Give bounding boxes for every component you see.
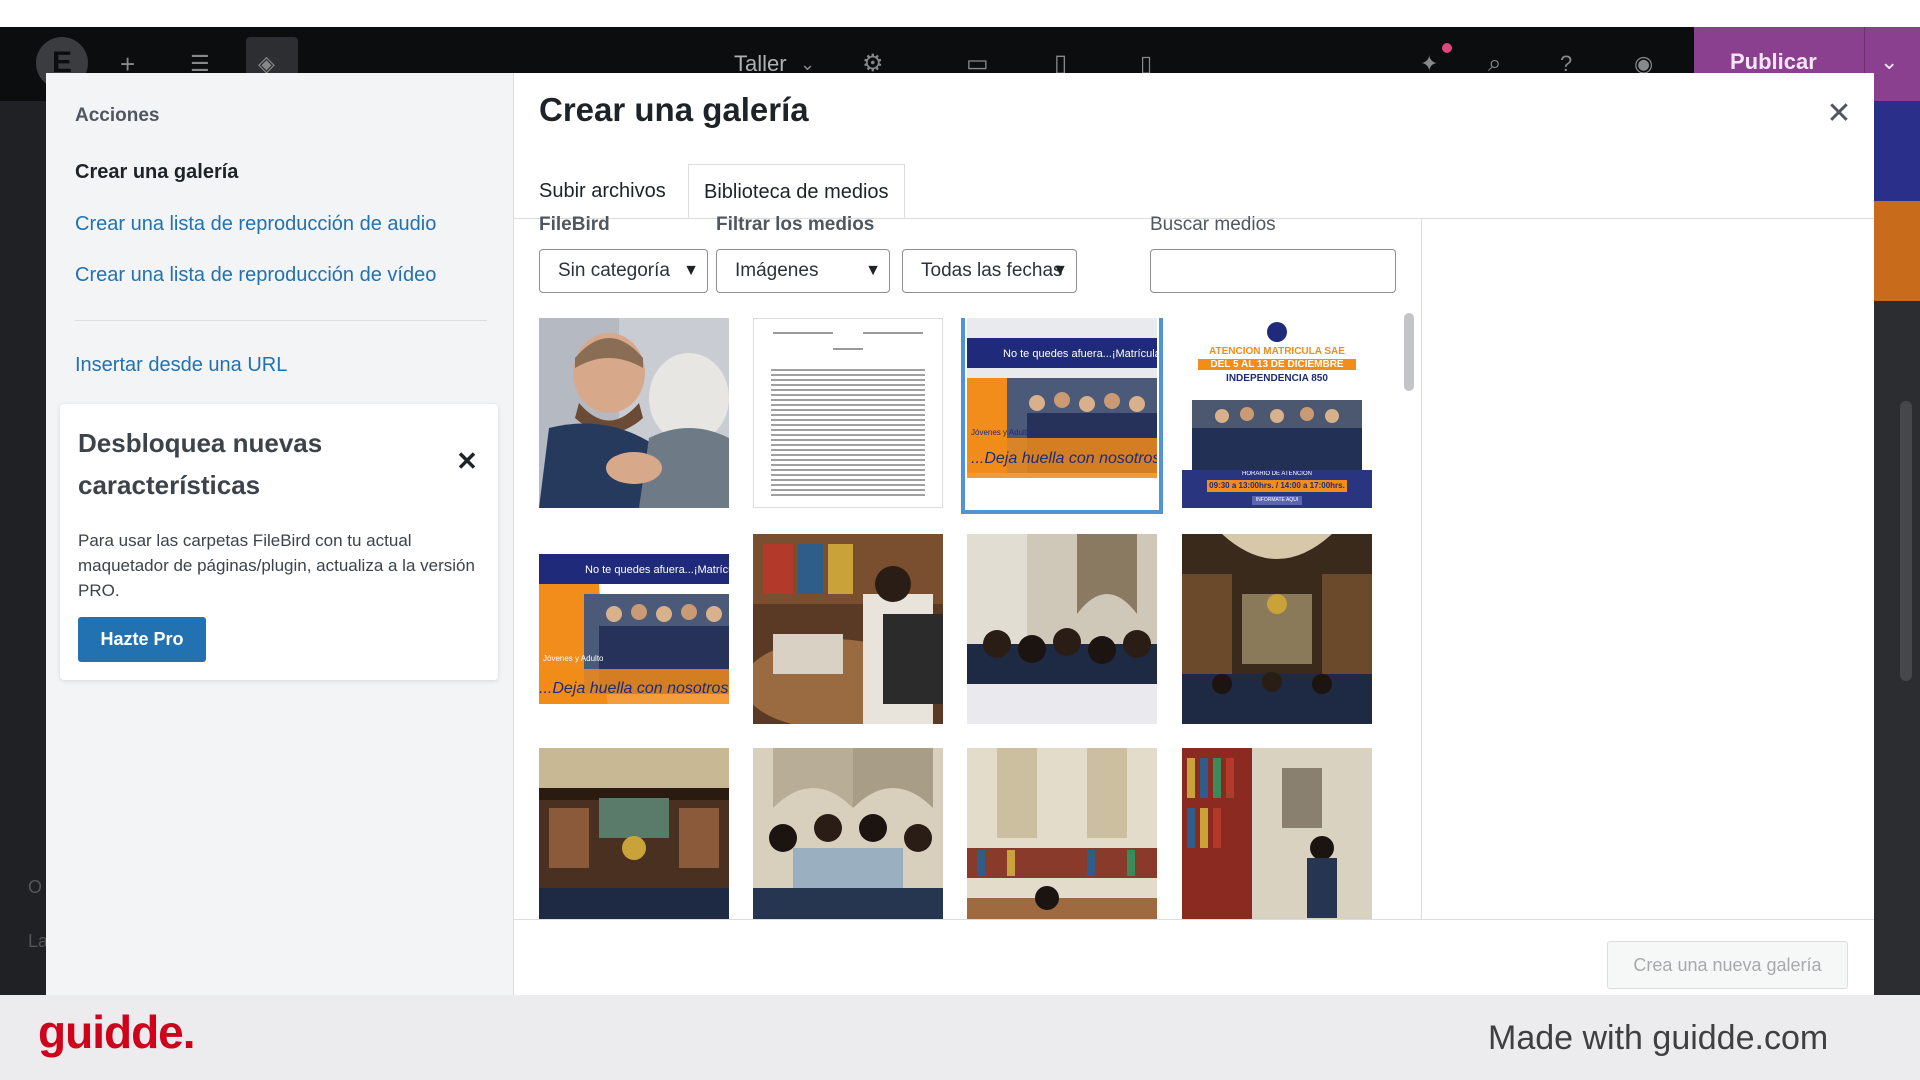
poster-hours-label: HORARIO DE ATENCIÓN [1242, 471, 1312, 477]
modal-toolbar-divider [514, 919, 1874, 920]
promo-body: Para usar las carpetas FileBird con tu a… [78, 531, 475, 600]
menu-separator [75, 320, 487, 321]
poster-line-2: DEL 5 AL 13 DE DICIEMBRE [1198, 359, 1356, 370]
tab-upload-files[interactable]: Subir archivos [539, 164, 666, 218]
filebird-label: FileBird [539, 214, 610, 235]
banner-title: No te quedes afuera...¡Matrícula [1003, 348, 1157, 360]
publish-label: Publicar [1730, 49, 1817, 74]
chevron-down-icon: ▼ [683, 262, 699, 279]
modal-title: Crear una galería [539, 91, 809, 128]
media-filter-label: Filtrar los medios [716, 214, 875, 235]
canvas-scrollbar[interactable] [1900, 401, 1912, 681]
photo-image [539, 748, 729, 919]
attachment-details-divider [1421, 219, 1422, 919]
filebird-folder-value: Sin categoría [558, 260, 670, 281]
media-thumbnail-students-table[interactable] [753, 748, 943, 919]
tab-media-library[interactable]: Biblioteca de medios [688, 164, 905, 219]
close-icon[interactable]: ✕ [1822, 97, 1856, 131]
chevron-down-icon: ▼ [1052, 262, 1068, 279]
media-thumbnail-document[interactable] [753, 318, 943, 508]
media-thumbnail-library-balcony[interactable] [539, 748, 729, 919]
search-label: Buscar medios [1150, 214, 1276, 235]
banner-side-text: Jóvenes y Adultos [971, 428, 1031, 437]
media-date-value: Todas las fechas [921, 260, 1063, 281]
photo-image [1182, 534, 1372, 724]
media-thumbnail-library-interior[interactable] [1182, 534, 1372, 724]
upgrade-pro-button[interactable]: Hazte Pro [78, 617, 206, 662]
menu-heading: Acciones [75, 105, 160, 126]
grid-scrollbar-thumb[interactable] [1404, 313, 1414, 391]
photo-image [753, 748, 943, 919]
search-media-input[interactable] [1150, 249, 1396, 293]
media-thumbnail-bookshelves[interactable] [1182, 748, 1372, 919]
filebird-promo-card: Desbloquea nuevas características ✕ Para… [60, 404, 498, 680]
guidde-logo: guidde. [38, 1006, 196, 1058]
canvas-stripe [1874, 101, 1920, 201]
filebird-folder-select[interactable]: Sin categoría ▼ [539, 249, 708, 293]
photo-image [753, 534, 943, 724]
banner-slogan: ...Deja huella con nosotros [971, 450, 1157, 467]
poster-button-text: INFÓRMATE AQUÍ [1255, 497, 1299, 503]
banner-image [967, 318, 1157, 508]
menu-item-create-audio-playlist[interactable]: Crear una lista de reproducción de audio [75, 213, 436, 236]
photo-image [967, 748, 1157, 919]
chevron-down-icon: ▼ [865, 262, 881, 279]
poster-hours: 09:30 a 13:00hrs. / 14:00 a 17:00hrs. [1209, 481, 1345, 490]
guidde-footer: guidde. Made with guidde.com [0, 995, 1920, 1080]
banner-slogan: ...Deja huella con nosotros [539, 680, 729, 697]
banner-title: No te quedes afuera...¡Matrícula [585, 564, 729, 576]
media-thumbnail-matricula-poster[interactable]: ATENCIÓN MATRÍCULA SAE DEL 5 AL 13 DE DI… [1182, 318, 1372, 508]
media-type-value: Imágenes [735, 260, 819, 281]
notification-dot [1442, 43, 1452, 53]
editor-left-hint: O [28, 877, 43, 897]
media-thumbnail-students-hall[interactable] [967, 534, 1157, 724]
media-thumbnail-student-reading[interactable] [753, 534, 943, 724]
menu-item-insert-from-url[interactable]: Insertar desde una URL [75, 354, 287, 377]
chevron-down-icon[interactable]: ⌄ [1880, 49, 1898, 75]
photo-image [1182, 748, 1372, 919]
media-thumbnail-matricula-banner[interactable]: No te quedes afuera...¡Matrícula ...Deja… [539, 534, 729, 724]
photo-image [539, 318, 729, 508]
media-date-select[interactable]: Todas las fechas ▼ [902, 249, 1077, 293]
editor-canvas-edge [1874, 101, 1920, 995]
media-modal: Acciones Crear una galería Crear una lis… [46, 73, 1874, 995]
canvas-stripe [1874, 201, 1920, 301]
media-thumbnail-matricula-banner-selected[interactable]: No te quedes afuera...¡Matrícula ...Deja… [961, 318, 1163, 514]
media-thumbnail-reading-room[interactable] [967, 748, 1157, 919]
banner-side-text: Jóvenes y Adultos [543, 654, 603, 663]
document-text-line [863, 332, 923, 334]
document-body-text [771, 366, 925, 496]
photo-image [967, 534, 1157, 724]
create-new-gallery-button[interactable]: Crea una nueva galería [1607, 941, 1848, 989]
menu-item-create-video-playlist[interactable]: Crear una lista de reproducción de vídeo [75, 264, 436, 287]
attachments-grid: No te quedes afuera...¡Matrícula ...Deja… [539, 318, 1389, 919]
media-thumbnail-hug-photo[interactable] [539, 318, 729, 508]
document-text-line [773, 332, 833, 334]
poster-line-3: INDEPENDENCIA 850 [1226, 373, 1328, 384]
close-icon[interactable]: ✕ [454, 448, 480, 474]
media-menu: Acciones Crear una galería Crear una lis… [46, 73, 514, 995]
editor-left-panel: O La [0, 101, 48, 995]
grid-scrollbar[interactable] [1400, 311, 1414, 917]
promo-title: Desbloquea nuevas características [78, 428, 323, 500]
media-type-select[interactable]: Imágenes ▼ [716, 249, 890, 293]
menu-item-create-gallery[interactable]: Crear una galería [75, 161, 238, 184]
document-text-line [833, 348, 863, 350]
made-with-text: Made with guidde.com [1488, 1019, 1829, 1057]
poster-line-1: ATENCIÓN MATRÍCULA SAE [1209, 346, 1345, 357]
